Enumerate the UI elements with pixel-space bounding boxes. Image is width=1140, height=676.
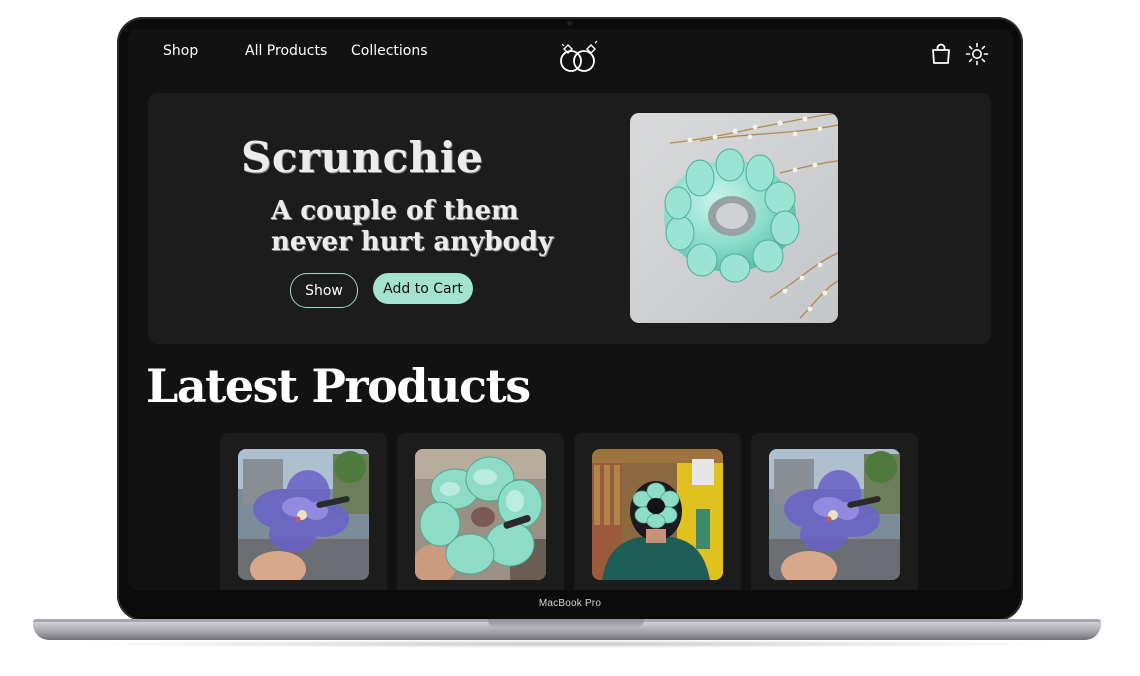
latest-products-title: Latest Products (146, 359, 531, 413)
laptop-screen: Shop All Products Collections Scrunchie … (128, 29, 1013, 590)
nav-link-collections[interactable]: Collections (351, 43, 428, 59)
rings-logo-icon[interactable] (554, 39, 602, 75)
add-to-cart-button[interactable]: Add to Cart (373, 273, 473, 304)
product-image[interactable] (238, 449, 369, 580)
hero-product-image[interactable] (630, 113, 838, 323)
hero-subtitle-line-1: A couple of them (271, 196, 519, 226)
sun-icon[interactable] (965, 42, 989, 66)
show-button[interactable]: Show (290, 273, 358, 308)
product-card[interactable] (574, 433, 741, 590)
nav-link-shop[interactable]: Shop (163, 43, 198, 59)
hero-banner: Scrunchie A couple of them never hurt an… (148, 93, 991, 344)
hero-title: Scrunchie (241, 133, 484, 182)
shopping-bag-icon[interactable] (929, 42, 953, 66)
nav-link-all-products[interactable]: All Products (245, 43, 327, 59)
product-card[interactable] (397, 433, 564, 590)
product-image[interactable] (415, 449, 546, 580)
product-card[interactable] (751, 433, 918, 590)
product-image[interactable] (769, 449, 900, 580)
device-label: MacBook Pro (538, 598, 602, 609)
product-card[interactable] (220, 433, 387, 590)
laptop-hinge-notch (488, 619, 644, 628)
hero-subtitle-line-2: never hurt anybody (271, 227, 554, 257)
laptop-shadow (60, 640, 1074, 648)
product-image[interactable] (592, 449, 723, 580)
laptop-camera (567, 21, 572, 26)
